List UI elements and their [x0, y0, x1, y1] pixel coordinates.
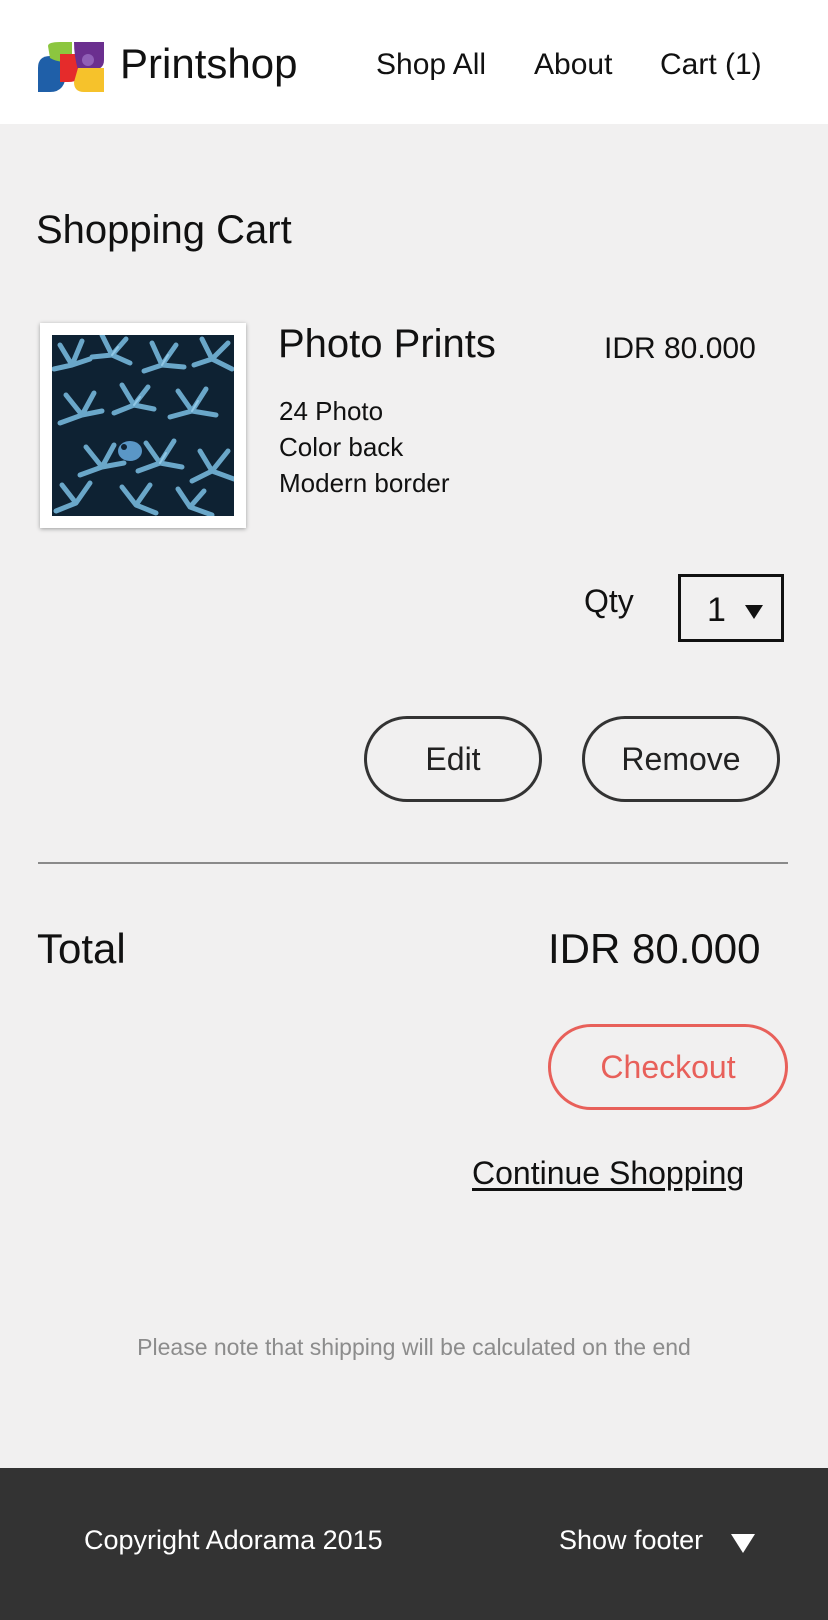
site-header: Printshop Shop All About Cart (1): [0, 0, 828, 124]
chevron-down-icon: [745, 605, 763, 619]
remove-button[interactable]: Remove: [582, 716, 780, 802]
qty-select[interactable]: 1: [678, 574, 784, 642]
qty-value: 1: [707, 591, 726, 629]
product-detail-back: Color back: [279, 432, 404, 462]
nav-shop-all[interactable]: Shop All: [376, 48, 486, 82]
product-detail-border: Modern border: [279, 468, 450, 498]
total-label: Total: [37, 925, 126, 972]
product-thumbnail: [40, 323, 246, 528]
shipping-note: Please note that shipping will be calcul…: [137, 1334, 691, 1360]
edit-button[interactable]: Edit: [364, 716, 542, 802]
nav-cart[interactable]: Cart (1): [660, 48, 762, 82]
continue-shopping-link[interactable]: Continue Shopping: [472, 1155, 744, 1192]
copyright-text: Copyright Adorama 2015: [84, 1525, 383, 1555]
printshop-logo-icon[interactable]: [38, 42, 106, 92]
show-footer-toggle[interactable]: Show footer: [559, 1525, 703, 1556]
page-title: Shopping Cart: [36, 208, 292, 252]
site-footer: Copyright Adorama 2015 Show footer: [0, 1468, 828, 1620]
nav-about[interactable]: About: [534, 48, 612, 82]
total-value: IDR 80.000: [548, 925, 761, 972]
brand-name[interactable]: Printshop: [120, 40, 297, 88]
divider: [38, 862, 788, 864]
qty-label: Qty: [584, 583, 634, 619]
product-price: IDR 80.000: [604, 332, 756, 365]
product-name: Photo Prints: [278, 322, 496, 366]
product-detail-quantity: 24 Photo: [279, 396, 384, 426]
coral-photo-thumbnail-icon: [52, 335, 234, 516]
triangle-down-icon[interactable]: [731, 1534, 755, 1553]
checkout-button[interactable]: Checkout: [548, 1024, 788, 1110]
